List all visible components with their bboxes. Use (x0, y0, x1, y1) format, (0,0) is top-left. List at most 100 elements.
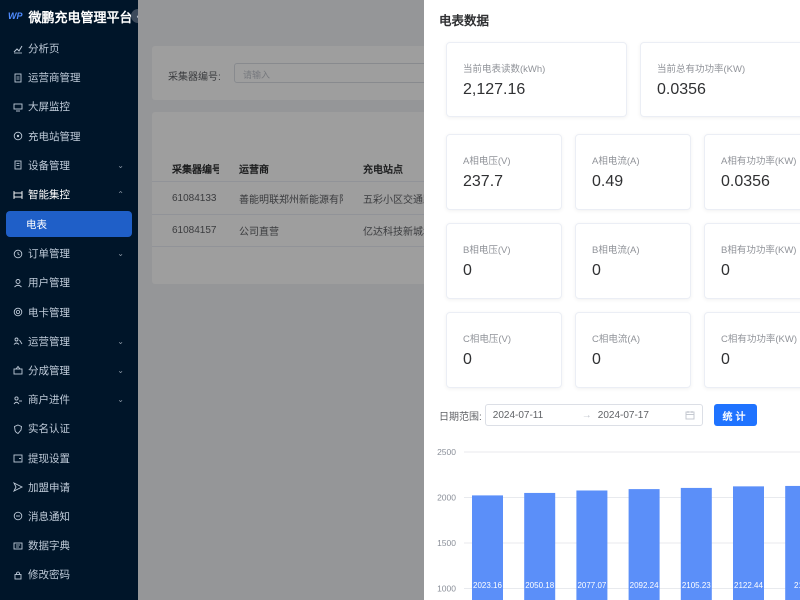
sidebar-item-label: 智能集控 (28, 189, 70, 202)
stat-card-a-power: A相有功功率(KW) 0.0356 (704, 134, 800, 210)
sidebar-item-label: 数据字典 (28, 540, 70, 553)
stat-card-b-voltage: B相电压(V) 0 (446, 223, 562, 299)
message-icon (13, 511, 23, 521)
meter-bar-chart: 2500 2000 1500 1000 2023.16 2050.18 2077.07 209… (437, 447, 800, 600)
list-icon (13, 160, 23, 170)
sidebar-item-label: 实名认证 (28, 423, 70, 436)
sidebar-item-4[interactable]: 设备管理 ⌄ (0, 151, 138, 180)
sidebar-item-label: 电卡管理 (28, 306, 70, 319)
sidebar-item-16[interactable]: 数据字典 (0, 531, 138, 560)
chevron-down-icon: ⌄ (117, 249, 124, 259)
stat-label: B相电压(V) (463, 245, 511, 256)
statistics-button[interactable]: 统计 (714, 404, 757, 426)
drawer-title: 电表数据 (439, 14, 490, 28)
sidebar-item-9[interactable]: 运营管理 ⌄ (0, 327, 138, 356)
stat-value: 0.0356 (657, 81, 706, 98)
bar-value-label: 2092.24 (630, 581, 659, 590)
brand-logo: WP (8, 11, 23, 21)
stat-value: 0 (463, 351, 472, 368)
sidebar-item-17[interactable]: 修改密码 (0, 560, 138, 589)
merchant-icon (13, 395, 23, 405)
sidebar-item-15[interactable]: 消息通知 (0, 502, 138, 531)
hub-icon (13, 190, 23, 200)
bar-value-label: 2023.16 (473, 581, 502, 590)
stat-card-meter-reading: 当前电表读数(kWh) 2,127.16 (446, 42, 627, 117)
stat-value: 0 (592, 351, 601, 368)
card-icon (13, 307, 23, 317)
stat-label: B相有功功率(KW) (721, 245, 797, 256)
date-start[interactable]: 2024-07-11 (493, 410, 543, 421)
sidebar-item-8[interactable]: 电卡管理 (0, 298, 138, 327)
stat-value: 0.49 (592, 173, 624, 190)
stat-label: A相电流(A) (592, 156, 640, 167)
sidebar-item-6[interactable]: 订单管理 ⌄ (0, 239, 138, 268)
sidebar-item-3[interactable]: 充电站管理 (0, 122, 138, 151)
document-icon (13, 73, 23, 83)
stat-label: A相有功功率(KW) (721, 156, 797, 167)
app-title: 微鹏充电管理平台 (28, 9, 133, 25)
sidebar-item-14[interactable]: 加盟申请 (0, 473, 138, 502)
app-root: WP 微鹏充电管理平台 ‹ 分析页运营商管理大屏监控充电站管理设备管理⌄智能集控… (0, 0, 800, 600)
dictionary-icon (13, 541, 23, 551)
sidebar-subitem-meter[interactable]: 电表 (6, 211, 132, 238)
sidebar-item-0[interactable]: 分析页 (0, 34, 138, 63)
sidebar-item-label: 分析页 (28, 43, 60, 56)
date-range-row: 日期范围: 2024-07-11 → 2024-07-17 (439, 404, 703, 426)
sidebar-item-label: 运营商管理 (28, 72, 81, 85)
sidebar-item-label: 设备管理 (28, 159, 70, 172)
sidebar-item-11[interactable]: 商户进件 ⌄ (0, 385, 138, 414)
bar-value-label: 2050.18 (525, 581, 554, 590)
y-tick-label: 1000 (437, 584, 456, 594)
sidebar-item-label: 修改密码 (28, 569, 70, 582)
sidebar-item-12[interactable]: 实名认证 (0, 414, 138, 443)
stat-label: C相有功功率(KW) (721, 334, 797, 345)
stat-value: 2,127.16 (463, 81, 526, 98)
sidebar-item-1[interactable]: 运营商管理 (0, 63, 138, 92)
sidebar-item-label: 大屏监控 (28, 101, 70, 114)
chart-line-icon (13, 44, 23, 54)
clock-icon (13, 249, 23, 259)
y-tick-label: 2000 (437, 493, 456, 503)
chevron-down-icon: ⌄ (117, 365, 124, 375)
sidebar-item-13[interactable]: 提现设置 (0, 443, 138, 472)
sidebar-item-7[interactable]: 用户管理 (0, 268, 138, 297)
stat-card-c-current: C相电流(A) 0 (575, 312, 691, 388)
stat-value: 237.7 (463, 173, 504, 190)
sidebar-item-10[interactable]: 分成管理 ⌄ (0, 356, 138, 385)
stat-card-b-power: B相有功功率(KW) 0 (704, 223, 800, 299)
user-icon (13, 278, 23, 288)
date-range-picker[interactable]: 2024-07-11 → 2024-07-17 (484, 404, 703, 426)
sidebar: WP 微鹏充电管理平台 ‹ 分析页运营商管理大屏监控充电站管理设备管理⌄智能集控… (0, 0, 145, 600)
stat-label: 当前总有功功率(KW) (657, 64, 746, 75)
chevron-down-icon: ⌄ (117, 395, 124, 405)
stat-value: 0 (463, 262, 472, 279)
chevron-down-icon: ⌄ (117, 336, 124, 346)
sidebar-item-label: 商户进件 (28, 394, 70, 407)
send-icon (13, 482, 23, 493)
bar-value-label: 212 (794, 581, 800, 590)
stat-card-c-voltage: C相电压(V) 0 (446, 312, 562, 388)
wallet-icon (13, 453, 23, 463)
sidebar-item-5[interactable]: 智能集控 ⌃ (0, 180, 138, 209)
stat-card-b-current: B相电流(A) 0 (575, 223, 691, 299)
lock-icon (13, 570, 23, 580)
brand: WP 微鹏充电管理平台 (0, 0, 138, 32)
sidebar-item-label: 运营管理 (28, 335, 70, 348)
date-end[interactable]: 2024-07-17 (598, 410, 649, 421)
stat-value: 0 (721, 351, 730, 368)
y-tick-label: 1500 (437, 538, 456, 548)
bar-value-label: 2105.23 (682, 581, 711, 590)
people-icon (13, 336, 23, 346)
shield-icon (13, 424, 23, 434)
sidebar-item-2[interactable]: 大屏监控 (0, 92, 138, 121)
share-icon (13, 365, 23, 375)
stat-label: A相电压(V) (463, 156, 511, 167)
y-tick-label: 2500 (437, 447, 456, 457)
date-range-label: 日期范围: (439, 411, 482, 423)
stat-label: 当前电表读数(kWh) (463, 64, 546, 75)
stat-value: 0.0356 (721, 173, 770, 190)
compass-icon (13, 131, 23, 141)
calendar-icon[interactable] (685, 410, 695, 420)
stat-card-a-current: A相电流(A) 0.49 (575, 134, 691, 210)
chevron-down-icon: ⌄ (117, 160, 124, 170)
